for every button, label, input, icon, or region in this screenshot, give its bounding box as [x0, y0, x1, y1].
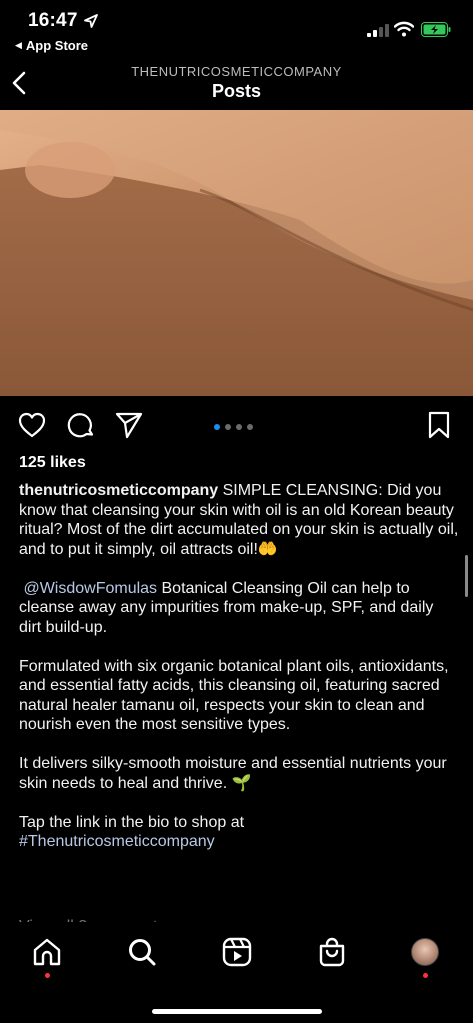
share-send-icon[interactable]: [114, 410, 144, 440]
post-caption: thenutricosmeticcompany SIMPLE CLEANSING…: [19, 481, 459, 871]
scroll-indicator: [465, 555, 468, 597]
home-icon[interactable]: [31, 936, 63, 968]
shop-bag-icon[interactable]: [316, 936, 348, 968]
location-arrow-icon: [84, 14, 98, 28]
posts-header: THENUTRICOSMETICCOMPANY Posts: [0, 60, 473, 110]
home-indicator-bar[interactable]: [152, 1009, 322, 1014]
profile-avatar[interactable]: [411, 938, 439, 966]
bottom-navigation: [0, 922, 473, 1023]
caption-paragraph-1: thenutricosmeticcompany SIMPLE CLEANSING…: [19, 481, 459, 559]
caption-mention-link[interactable]: @WisdowFomulas: [23, 580, 157, 597]
like-heart-icon[interactable]: [17, 410, 47, 440]
post-image[interactable]: [0, 110, 473, 396]
status-time: 16:47: [28, 10, 78, 31]
caption-hashtag-link[interactable]: #Thenutricosmeticcompany: [19, 833, 215, 850]
post-photo-skin: [0, 110, 473, 396]
profile-notification-dot: [423, 973, 428, 978]
battery-charging-icon: [421, 22, 451, 37]
cellular-signal-icon: [367, 24, 389, 37]
carousel-dot: [236, 424, 242, 430]
caption-paragraph-5: Tap the link in the bio to shop at #Thenu…: [19, 813, 459, 852]
caption-paragraph-4: It delivers silky-smooth moisture and es…: [19, 755, 447, 792]
caption-username[interactable]: thenutricosmeticcompany: [19, 482, 218, 499]
wifi-icon: [394, 21, 414, 37]
post-actions: [0, 406, 473, 446]
back-to-app-link[interactable]: ◀ App Store: [15, 38, 88, 53]
like-count[interactable]: 125 likes: [19, 454, 86, 472]
back-triangle-icon: ◀: [15, 40, 22, 50]
account-name: THENUTRICOSMETICCOMPANY: [131, 64, 342, 79]
carousel-dot: [225, 424, 231, 430]
carousel-indicator: [214, 424, 253, 430]
search-icon[interactable]: [126, 936, 158, 968]
page-title: Posts: [211, 81, 262, 101]
back-app-label: App Store: [25, 38, 89, 53]
carousel-dot: [247, 424, 253, 430]
home-notification-dot: [45, 973, 50, 978]
reels-icon[interactable]: [221, 936, 253, 968]
caption-text-5: Tap the link in the bio to shop at: [19, 813, 245, 831]
caption-paragraph-3: Formulated with six organic botanical pl…: [19, 657, 449, 734]
carousel-dot-active: [214, 424, 220, 430]
caption-paragraph-2: @WisdowFomulas Botanical Cleansing Oil c…: [19, 579, 459, 638]
bookmark-save-icon[interactable]: [424, 410, 454, 440]
status-bar: 16:47 ◀ App Store: [0, 0, 473, 60]
comment-icon[interactable]: [66, 410, 96, 440]
